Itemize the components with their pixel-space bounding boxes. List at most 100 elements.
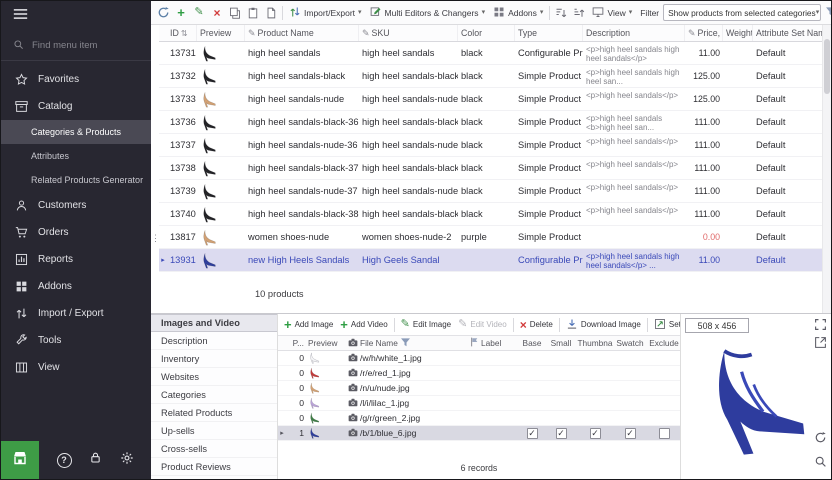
products-col-type[interactable]: Type bbox=[515, 25, 583, 41]
product-row[interactable]: 13733high heel sandals-nudehigh heel san… bbox=[159, 88, 822, 111]
sort-ascending-button[interactable] bbox=[552, 4, 570, 22]
exclude-checkbox[interactable] bbox=[659, 428, 670, 439]
sidebar-item-addons[interactable]: Addons bbox=[1, 273, 151, 300]
sidebar-item-import-export[interactable]: Import / Export bbox=[1, 300, 151, 327]
addons-menu[interactable]: Addons▾ bbox=[489, 4, 547, 22]
image-row[interactable]: 0/g/r/green_2.jpg bbox=[278, 411, 680, 426]
products-col-price[interactable]: ✎Price, bbox=[685, 25, 723, 41]
add-video-button[interactable]: +Add Video bbox=[337, 316, 390, 334]
tab-cross-sells[interactable]: Cross-sells bbox=[151, 440, 277, 458]
lock-button[interactable] bbox=[89, 451, 102, 469]
multi-editors-changers-menu[interactable]: Multi Editors & Changers▾ bbox=[366, 4, 490, 22]
edit-image-button[interactable]: ✎Edit Image bbox=[398, 316, 454, 334]
product-row[interactable]: 13731high heel sandalshigh heel sandalsb… bbox=[159, 42, 822, 65]
edit-product-button[interactable]: ✎ bbox=[190, 4, 208, 22]
products-col-id[interactable]: ID⇅ bbox=[167, 25, 197, 41]
category-filter-select[interactable]: Show products from selected categories▾ bbox=[663, 4, 821, 21]
settings-button[interactable] bbox=[120, 451, 134, 470]
images-col-file[interactable]: File Name bbox=[346, 336, 468, 350]
product-row[interactable]: 13732high heel sandals-blackhigh heel sa… bbox=[159, 65, 822, 88]
cell-exclude[interactable] bbox=[646, 426, 682, 440]
cell-swatch[interactable]: ✓ bbox=[614, 426, 646, 440]
product-row[interactable]: 13817women shoes-nudewomen shoes-nude-2p… bbox=[159, 226, 822, 249]
download-image-button[interactable]: Download Image bbox=[563, 316, 644, 334]
product-row[interactable]: ▸13931new High Heels SandalsHigh Geels S… bbox=[159, 249, 822, 272]
images-col-swatch[interactable]: Swatch bbox=[614, 336, 646, 350]
delete-image-button[interactable]: ×Delete bbox=[517, 316, 556, 334]
swatch-checkbox[interactable]: ✓ bbox=[625, 428, 636, 439]
edit-video-button[interactable]: ✎Edit Video bbox=[455, 316, 510, 334]
tab-categories[interactable]: Categories bbox=[151, 386, 277, 404]
scrollbar-thumb[interactable] bbox=[824, 39, 830, 94]
refresh-button[interactable] bbox=[154, 4, 172, 22]
copy-button[interactable] bbox=[226, 4, 244, 22]
base-checkbox[interactable]: ✓ bbox=[527, 428, 538, 439]
tab-websites[interactable]: Websites bbox=[151, 368, 277, 386]
images-col-exclude[interactable]: Exclude bbox=[646, 336, 682, 350]
products-col-name[interactable]: ✎Product Name bbox=[245, 25, 359, 41]
fullscreen-icon[interactable] bbox=[813, 317, 828, 332]
image-row[interactable]: 0/n/u/nude.jpg bbox=[278, 381, 680, 396]
sidebar-item-view[interactable]: View bbox=[1, 354, 151, 381]
filters-menu[interactable]: Filters▾ bbox=[821, 4, 831, 22]
sidebar-item-related-products-generator[interactable]: Related Products Generator bbox=[1, 168, 151, 192]
delete-product-button[interactable]: × bbox=[208, 4, 226, 22]
set-resize-rule-button[interactable]: Set Resize Rule▾ bbox=[651, 316, 680, 334]
view-menu[interactable]: View▾ bbox=[588, 4, 636, 22]
images-col-priority[interactable]: P... bbox=[286, 336, 306, 350]
cell-base[interactable]: ✓ bbox=[518, 426, 546, 440]
cell-small[interactable]: ✓ bbox=[546, 426, 576, 440]
sidebar-item-catalog[interactable]: Catalog bbox=[1, 93, 151, 120]
cell-thumb[interactable]: ✓ bbox=[576, 426, 614, 440]
vertical-scrollbar[interactable] bbox=[822, 25, 831, 313]
thumb-checkbox[interactable]: ✓ bbox=[590, 428, 601, 439]
images-col-label[interactable]: Label bbox=[468, 336, 518, 350]
images-col-preview[interactable]: Preview bbox=[306, 336, 346, 350]
image-row[interactable]: ▸1/b/1/blue_6.jpg✓✓✓✓ bbox=[278, 426, 680, 441]
sidebar-item-reports[interactable]: Reports bbox=[1, 246, 151, 273]
products-col-sku[interactable]: ✎SKU bbox=[359, 25, 458, 41]
product-row[interactable]: 13738high heel sandals-black-37high heel… bbox=[159, 157, 822, 180]
sidebar-item-favorites[interactable]: Favorites bbox=[1, 66, 151, 93]
tab-inventory[interactable]: Inventory bbox=[151, 350, 277, 368]
add-image-button[interactable]: +Add Image bbox=[281, 316, 336, 334]
image-row[interactable]: 0/r/e/red_1.jpg bbox=[278, 366, 680, 381]
images-col-thumb[interactable]: Thumbna bbox=[576, 336, 614, 350]
rotate-icon[interactable] bbox=[813, 430, 828, 445]
product-row[interactable]: 13736high heel sandals-black-36high heel… bbox=[159, 111, 822, 134]
store-button[interactable] bbox=[1, 441, 39, 479]
sort-descending-button[interactable] bbox=[570, 4, 588, 22]
products-col-preview[interactable]: Preview bbox=[197, 25, 245, 41]
zoom-icon[interactable] bbox=[813, 454, 828, 469]
tab-images-and-video[interactable]: Images and Video bbox=[151, 314, 277, 332]
sidebar-item-customers[interactable]: Customers bbox=[1, 192, 151, 219]
external-link-icon[interactable] bbox=[813, 335, 828, 350]
small-checkbox[interactable]: ✓ bbox=[556, 428, 567, 439]
images-col-small[interactable]: Small bbox=[546, 336, 576, 350]
menu-search-input[interactable] bbox=[32, 40, 132, 51]
products-col-description[interactable]: Description bbox=[583, 25, 685, 41]
import-export-menu[interactable]: Import/Export▾ bbox=[285, 4, 366, 22]
export-document-button[interactable] bbox=[262, 4, 280, 22]
sidebar-item-tools[interactable]: Tools bbox=[1, 327, 151, 354]
tab-description[interactable]: Description bbox=[151, 332, 277, 350]
products-col-attribute_set[interactable]: Attribute Set Name bbox=[753, 25, 824, 41]
add-product-button[interactable]: + bbox=[172, 4, 190, 22]
sidebar-item-attributes[interactable]: Attributes bbox=[1, 144, 151, 168]
product-row[interactable]: 13740high heel sandals-black-38high heel… bbox=[159, 203, 822, 226]
product-row[interactable]: 13739high heel sandals-nude-37high heel … bbox=[159, 180, 822, 203]
image-row[interactable]: 0/l/i/lilac_1.jpg bbox=[278, 396, 680, 411]
sidebar-item-categories-products[interactable]: Categories & Products bbox=[1, 120, 151, 144]
images-col-base[interactable]: Base bbox=[518, 336, 546, 350]
products-col-weight[interactable]: Weight bbox=[723, 25, 753, 41]
tab-up-sells[interactable]: Up-sells bbox=[151, 422, 277, 440]
help-button[interactable]: ? bbox=[57, 453, 72, 468]
hamburger-menu-button[interactable] bbox=[1, 1, 151, 31]
panel-splitter-handle[interactable]: ⋮ bbox=[151, 233, 159, 244]
tab-product-reviews[interactable]: Product Reviews bbox=[151, 458, 277, 476]
sidebar-item-orders[interactable]: Orders bbox=[1, 219, 151, 246]
tab-related-products[interactable]: Related Products bbox=[151, 404, 277, 422]
paste-button[interactable] bbox=[244, 4, 262, 22]
products-col-color[interactable]: Color bbox=[458, 25, 515, 41]
image-row[interactable]: 0/w/h/white_1.jpg bbox=[278, 351, 680, 366]
